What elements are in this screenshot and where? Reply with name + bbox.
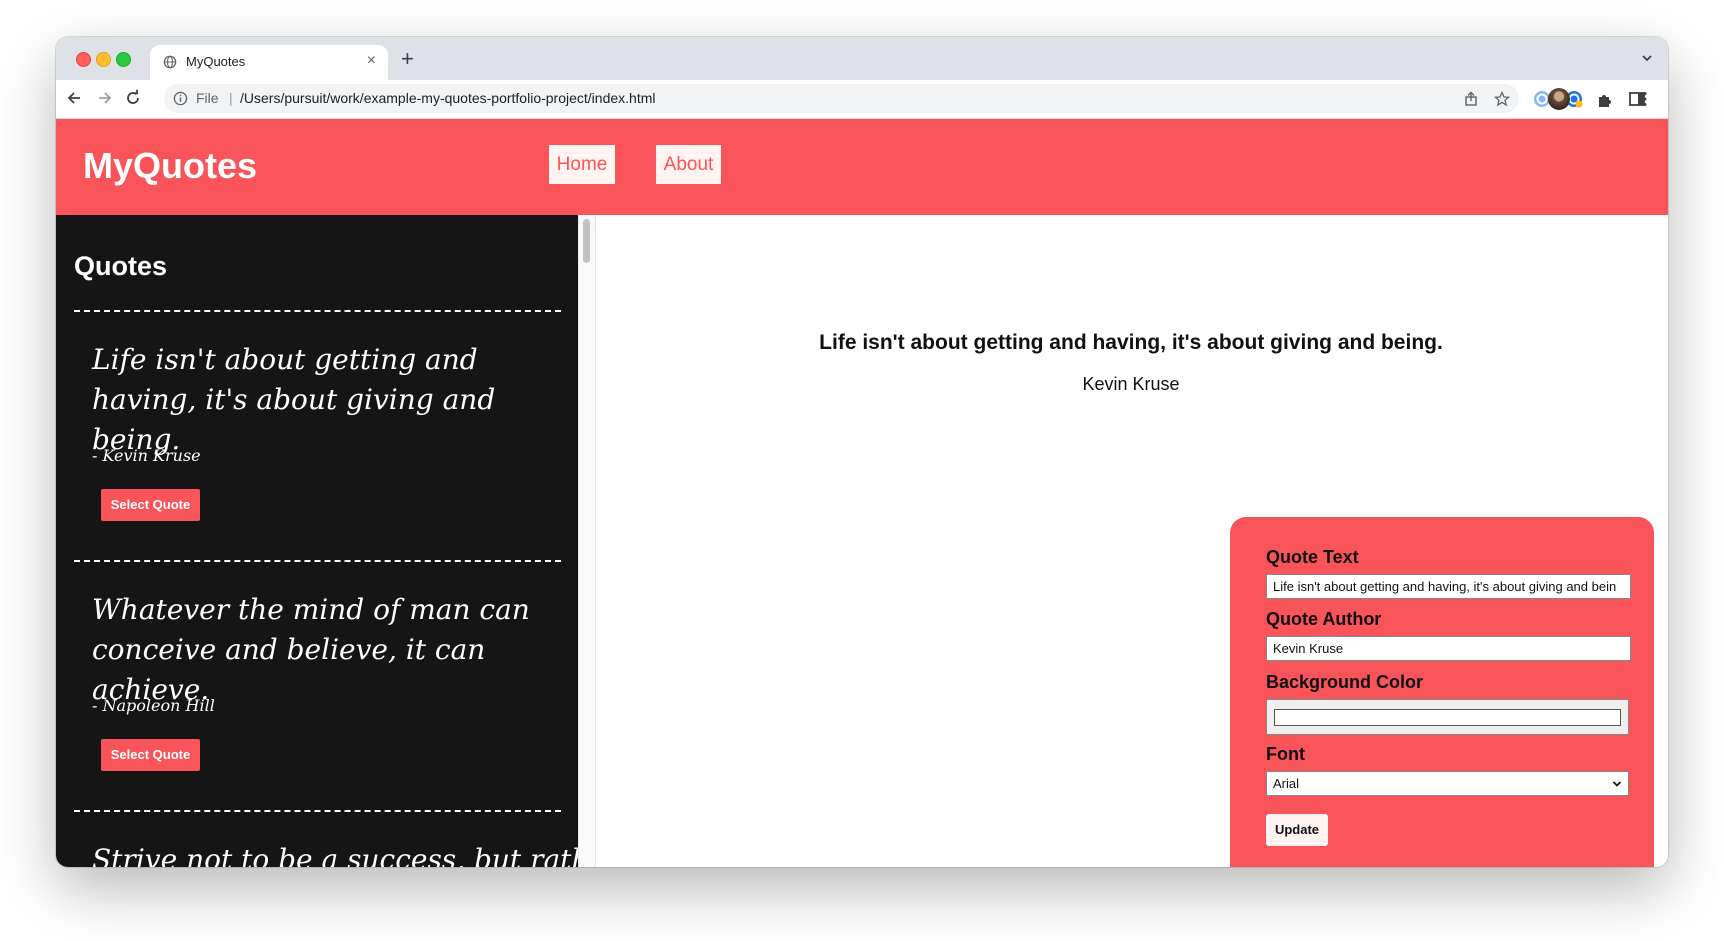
chevron-down-icon[interactable]: [1640, 51, 1654, 65]
quote-item-author: - Napoleon Hill: [92, 696, 215, 715]
address-separator: |: [229, 90, 233, 106]
info-icon[interactable]: [173, 91, 188, 106]
sidebar-scrollbar[interactable]: [578, 215, 596, 867]
browser-window: MyQuotes × + File | /Users/pursuit/work/…: [56, 37, 1668, 867]
quote-item-author: - Kevin Kruse: [92, 446, 201, 465]
puzzle-icon[interactable]: [1596, 90, 1614, 108]
font-select[interactable]: Arial: [1266, 771, 1629, 796]
quote-item-text: Whatever the mind of man can conceive an…: [92, 593, 530, 706]
update-button[interactable]: Update: [1266, 814, 1328, 846]
select-quote-button[interactable]: Select Quote: [101, 739, 200, 771]
tab-strip: MyQuotes × +: [56, 37, 1668, 80]
menu-icon[interactable]: [1638, 90, 1652, 108]
tab-myquotes[interactable]: MyQuotes ×: [150, 45, 388, 80]
quote-text-input[interactable]: Life isn't about getting and having, it'…: [1266, 574, 1631, 599]
background-color-picker[interactable]: [1266, 699, 1629, 735]
globe-icon: [163, 55, 177, 69]
font-label: Font: [1266, 744, 1305, 764]
minimize-window-button[interactable]: [96, 52, 111, 67]
quote-text-label: Quote Text: [1266, 547, 1359, 567]
select-quote-button[interactable]: Select Quote: [101, 489, 200, 521]
nav-home-link[interactable]: Home: [549, 145, 615, 184]
quotes-sidebar: Quotes Life isn't about getting and havi…: [56, 215, 578, 867]
address-bar[interactable]: File | /Users/pursuit/work/example-my-qu…: [164, 84, 1519, 113]
address-url[interactable]: /Users/pursuit/work/example-my-quotes-po…: [240, 90, 655, 106]
quote-author-label: Quote Author: [1266, 609, 1382, 629]
scrollbar-thumb[interactable]: [583, 219, 590, 263]
browser-toolbar: File | /Users/pursuit/work/example-my-qu…: [56, 80, 1668, 119]
quote-editor-form: Quote Text Life isn't about getting and …: [1230, 517, 1654, 867]
avatar[interactable]: [1548, 88, 1570, 110]
quote-item-text: Life isn't about getting and having, it'…: [92, 343, 496, 456]
divider: [74, 560, 561, 562]
site-header: MyQuotes Home About: [56, 119, 1668, 215]
displayed-quote: Life isn't about getting and having, it'…: [819, 331, 1443, 354]
background-color-label: Background Color: [1266, 672, 1424, 692]
maximize-window-button[interactable]: [116, 52, 131, 67]
color-swatch: [1274, 709, 1621, 726]
divider: [74, 810, 561, 812]
tab-title: MyQuotes: [186, 54, 246, 69]
divider: [74, 310, 561, 312]
address-scheme: File: [196, 90, 219, 106]
site-brand[interactable]: MyQuotes: [83, 145, 257, 187]
quote-item-text: Strive not to be a success, but rather: [92, 843, 578, 867]
back-icon[interactable]: [65, 88, 85, 108]
reload-icon[interactable]: [123, 88, 143, 108]
page-viewport: MyQuotes Home About Quotes Life isn't ab…: [56, 119, 1668, 867]
chevron-down-icon: [1612, 781, 1622, 787]
new-tab-button[interactable]: +: [401, 46, 414, 72]
tab-close-icon[interactable]: ×: [367, 52, 376, 70]
close-window-button[interactable]: [76, 52, 91, 67]
star-icon[interactable]: [1494, 91, 1510, 107]
share-icon[interactable]: [1463, 91, 1479, 107]
nav-about-link[interactable]: About: [656, 145, 721, 184]
forward-icon[interactable]: [94, 88, 114, 108]
displayed-author: Kevin Kruse: [1082, 374, 1180, 394]
font-select-value: Arial: [1273, 776, 1300, 791]
sidebar-heading: Quotes: [74, 251, 168, 281]
quote-author-input[interactable]: Kevin Kruse: [1266, 636, 1631, 661]
